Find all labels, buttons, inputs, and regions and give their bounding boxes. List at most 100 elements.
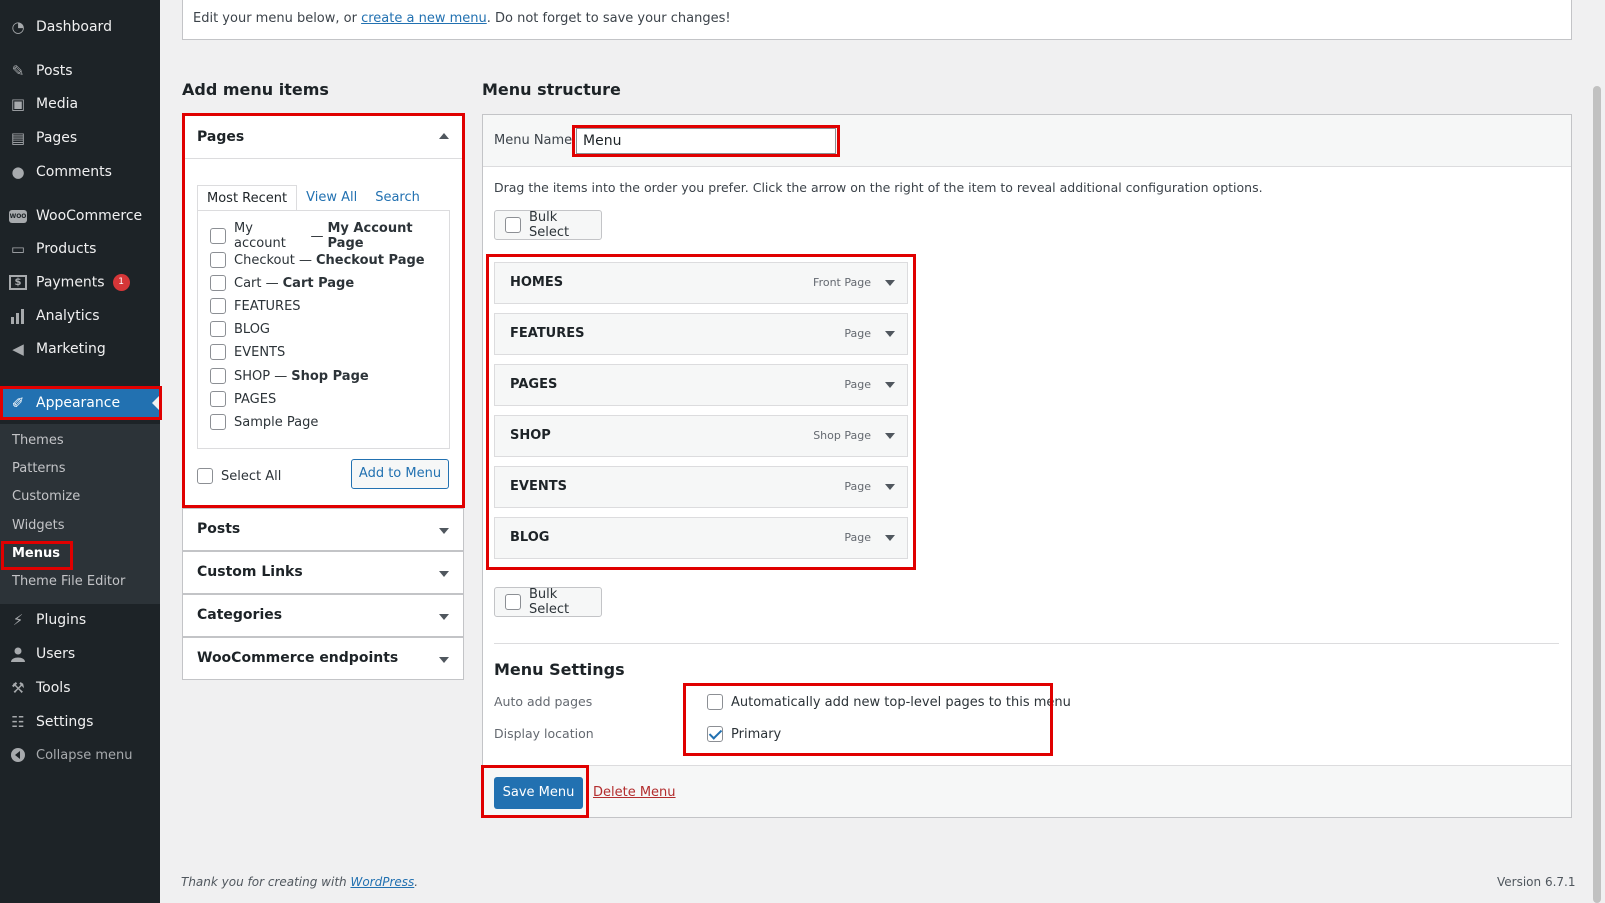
bulk-select-bottom[interactable]: Bulk Select: [494, 587, 602, 617]
nav-label: Collapse menu: [36, 747, 133, 763]
wrench-icon: ⚒: [11, 678, 25, 697]
nav-label: Posts: [36, 63, 73, 79]
page-checkbox-cart[interactable]: Cart — Cart Page: [210, 274, 354, 292]
posts-panel[interactable]: Posts: [182, 508, 464, 551]
delete-menu-link[interactable]: Delete Menu: [593, 785, 676, 800]
page-checkbox-blog[interactable]: BLOG: [210, 320, 270, 338]
nav-appearance[interactable]: ✐ Appearance: [0, 386, 160, 420]
checkbox[interactable]: [210, 321, 226, 337]
panel-title: Pages: [197, 129, 245, 145]
woocommerce-endpoints-panel[interactable]: WooCommerce endpoints: [182, 637, 464, 680]
nav-media[interactable]: ▣ Media: [0, 87, 160, 121]
expand-icon: [439, 528, 449, 534]
checkbox[interactable]: [210, 275, 226, 291]
custom-links-panel[interactable]: Custom Links: [182, 551, 464, 594]
nav-dashboard[interactable]: ◔ Dashboard: [0, 10, 160, 44]
tab-view-all[interactable]: View All: [297, 185, 366, 211]
expand-arrow-icon[interactable]: [885, 382, 895, 388]
nav-woocommerce[interactable]: WOO WooCommerce: [0, 199, 160, 233]
menu-item-blog[interactable]: BLOG Page: [494, 517, 908, 559]
checkbox[interactable]: [210, 344, 226, 360]
page-checkbox-events[interactable]: EVENTS: [210, 343, 285, 361]
categories-panel[interactable]: Categories: [182, 594, 464, 637]
bulk-select-label: Bulk Select: [529, 210, 570, 240]
menu-item-title: EVENTS: [510, 479, 567, 494]
auto-add-checkbox[interactable]: Automatically add new top-level pages to…: [707, 693, 1071, 711]
pages-panel-header[interactable]: Pages: [183, 115, 463, 159]
page-checkbox-shop[interactable]: SHOP — Shop Page: [210, 367, 369, 385]
submenu-customize[interactable]: Customize: [12, 487, 80, 507]
nav-payments[interactable]: $ Payments 1: [0, 265, 160, 299]
menu-item-features[interactable]: FEATURES Page: [494, 313, 908, 355]
menu-settings-heading: Menu Settings: [494, 660, 625, 679]
expand-arrow-icon[interactable]: [885, 535, 895, 541]
nav-settings[interactable]: ☷ Settings: [0, 705, 160, 739]
nav-posts[interactable]: ✎ Posts: [0, 54, 160, 88]
menu-item-pages[interactable]: PAGES Page: [494, 364, 908, 406]
nav-users[interactable]: Users: [0, 637, 160, 671]
expand-arrow-icon[interactable]: [885, 280, 895, 286]
wordpress-link[interactable]: WordPress: [350, 875, 414, 889]
woo-icon: WOO: [8, 206, 28, 226]
checkbox[interactable]: [505, 217, 521, 233]
select-all-checkbox[interactable]: Select All: [197, 467, 281, 485]
expand-arrow-icon[interactable]: [885, 433, 895, 439]
page-checkbox-pages[interactable]: PAGES: [210, 390, 276, 408]
page-checkbox-features[interactable]: FEATURES: [210, 297, 301, 315]
tab-search[interactable]: Search: [366, 185, 429, 211]
primary-location-text: Primary: [731, 726, 782, 742]
menu-item-homes[interactable]: HOMES Front Page: [494, 262, 908, 304]
nav-label: Analytics: [36, 308, 100, 324]
page-name: Sample Page: [234, 414, 319, 430]
nav-plugins[interactable]: ⚡ Plugins: [0, 603, 160, 637]
submenu-menus[interactable]: Menus: [12, 544, 60, 564]
page-checkbox-sample-page[interactable]: Sample Page: [210, 413, 318, 431]
bulk-select-top[interactable]: Bulk Select: [494, 210, 602, 240]
menu-item-events[interactable]: EVENTS Page: [494, 466, 908, 508]
page-note: Cart Page: [282, 275, 355, 291]
checkbox-checked[interactable]: [707, 726, 723, 742]
page-name: FEATURES: [234, 298, 301, 314]
checkbox[interactable]: [707, 694, 723, 710]
tab-most-recent[interactable]: Most Recent: [197, 185, 298, 211]
submenu-widgets[interactable]: Widgets: [12, 516, 65, 536]
expand-icon: [439, 614, 449, 620]
page-checkbox-checkout[interactable]: Checkout — Checkout Page: [210, 251, 425, 269]
nav-label: Pages: [36, 130, 78, 146]
nav-comments[interactable]: ● Comments: [0, 155, 160, 189]
submenu-patterns[interactable]: Patterns: [12, 459, 66, 479]
save-menu-button[interactable]: Save Menu: [494, 777, 583, 809]
checkbox[interactable]: [210, 298, 226, 314]
checkbox[interactable]: [210, 368, 226, 384]
primary-location-checkbox[interactable]: Primary: [707, 725, 781, 743]
menu-instructions: Drag the items into the order you prefer…: [494, 180, 1263, 195]
checkbox[interactable]: [210, 228, 226, 244]
admin-sidebar: ◔ Dashboard ✎ Posts ▣ Media ▤ Pages ● Co…: [0, 0, 162, 903]
scrollbar-thumb[interactable]: [1593, 86, 1601, 903]
submenu-themes[interactable]: Themes: [12, 431, 64, 451]
checkbox[interactable]: [210, 252, 226, 268]
submenu-theme-file-editor[interactable]: Theme File Editor: [12, 572, 125, 592]
page-scrollbar[interactable]: [1588, 0, 1605, 903]
checkbox[interactable]: [210, 391, 226, 407]
add-to-menu-button[interactable]: Add to Menu: [351, 459, 449, 489]
nav-label: WooCommerce: [36, 208, 143, 224]
menu-name-input[interactable]: [576, 128, 836, 154]
page-name: EVENTS: [234, 344, 286, 360]
nav-products[interactable]: ▭ Products: [0, 232, 160, 266]
expand-arrow-icon[interactable]: [885, 331, 895, 337]
checkbox[interactable]: [505, 594, 521, 610]
nav-pages[interactable]: ▤ Pages: [0, 121, 160, 155]
checkbox[interactable]: [210, 414, 226, 430]
nav-tools[interactable]: ⚒ Tools: [0, 671, 160, 705]
nav-analytics[interactable]: Analytics: [0, 299, 160, 333]
nav-marketing[interactable]: ◀ Marketing: [0, 332, 160, 366]
page-checkbox-my-account[interactable]: My account — My Account Page: [210, 221, 449, 251]
expand-arrow-icon[interactable]: [885, 484, 895, 490]
menu-item-shop[interactable]: SHOP Shop Page: [494, 415, 908, 457]
menu-item-type: Page: [844, 327, 871, 340]
create-new-menu-link[interactable]: create a new menu: [361, 11, 487, 26]
collapse-menu-button[interactable]: Collapse menu: [0, 738, 160, 772]
page-note: My Account Page: [327, 221, 413, 251]
checkbox[interactable]: [197, 468, 213, 484]
